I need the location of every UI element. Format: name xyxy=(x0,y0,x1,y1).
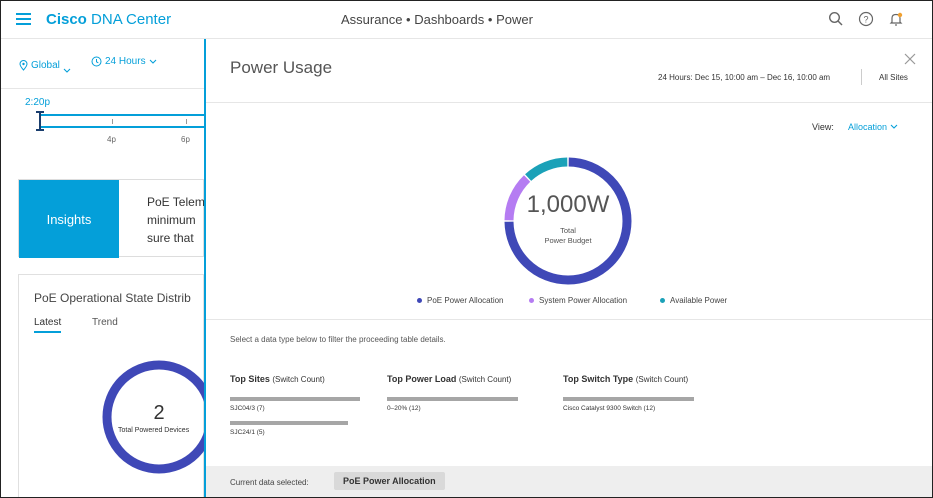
close-icon[interactable] xyxy=(904,52,916,65)
top-power-load-bar[interactable] xyxy=(387,397,518,401)
hamburger-menu-icon[interactable] xyxy=(16,13,31,25)
top-sites-bar[interactable] xyxy=(230,397,360,401)
time-range-filter[interactable]: 24 Hours xyxy=(91,56,157,67)
chevron-down-icon xyxy=(63,68,71,73)
total-powered-devices-value: 2 xyxy=(153,402,165,424)
chevron-down-icon xyxy=(890,124,897,129)
timeline[interactable]: 2:20p 4p 6p xyxy=(1,89,204,161)
top-switch-type-header[interactable]: Top Switch Type (Switch Count) xyxy=(563,374,688,384)
top-sites-item-label[interactable]: SJC24/1 (5) xyxy=(230,429,265,436)
timeline-tick xyxy=(112,119,113,124)
donut-segment-available-power[interactable] xyxy=(525,157,568,181)
top-power-load-header[interactable]: Top Power Load (Switch Count) xyxy=(387,374,511,384)
top-switch-type-bar[interactable] xyxy=(563,397,694,401)
svg-text:?: ? xyxy=(863,15,868,25)
current-selection-label: Current data selected: xyxy=(230,478,309,487)
legend-swatch xyxy=(417,298,422,303)
help-icon[interactable]: ? xyxy=(858,11,874,27)
tab-trend[interactable]: Trend xyxy=(92,317,118,328)
tab-latest[interactable]: Latest xyxy=(34,317,62,333)
location-filter-label: Global xyxy=(31,59,60,71)
legend-item-available[interactable]: Available Power xyxy=(660,296,727,305)
legend-swatch xyxy=(529,298,534,303)
legend-swatch xyxy=(660,298,665,303)
chevron-down-icon xyxy=(149,59,156,64)
view-label: View: xyxy=(812,122,834,132)
top-power-load-item-label[interactable]: 0–20% (12) xyxy=(387,405,421,412)
filter-bar: Global 24 Hours xyxy=(1,39,204,89)
timeline-current-time: 2:20p xyxy=(25,97,51,108)
top-switch-type-item-label[interactable]: Cisco Catalyst 9300 Switch (12) xyxy=(563,405,655,412)
timeline-tick-label: 4p xyxy=(107,135,116,144)
top-sites-item-label[interactable]: SJC04/3 (7) xyxy=(230,405,265,412)
location-pin-icon xyxy=(19,59,28,71)
divider xyxy=(206,319,932,320)
top-bar: Cisco DNA Center Assurance • Dashboards … xyxy=(1,1,932,39)
top-sites-bar[interactable] xyxy=(230,421,348,425)
timeline-tick xyxy=(186,119,187,124)
notification-bell-icon[interactable] xyxy=(888,11,904,27)
legend-item-poe[interactable]: PoE Power Allocation xyxy=(417,296,504,305)
brand-logo[interactable]: Cisco DNA Center xyxy=(46,11,171,28)
drawer-title: Power Usage xyxy=(230,58,333,77)
sites-filter[interactable]: All Sites xyxy=(879,73,908,82)
timeline-track[interactable] xyxy=(39,114,204,128)
time-range-label: 24 Hours xyxy=(105,56,146,67)
top-sites-header[interactable]: Top Sites (Switch Count) xyxy=(230,374,325,384)
legend-item-system[interactable]: System Power Allocation xyxy=(529,296,627,305)
total-power-budget-label: Total Power Budget xyxy=(544,226,592,245)
timeline-handle[interactable] xyxy=(34,111,46,131)
view-dropdown[interactable]: Allocation xyxy=(848,122,898,132)
divider xyxy=(206,102,932,103)
view-dropdown-value: Allocation xyxy=(848,122,888,132)
insights-text: PoE Telem minimum sure that xyxy=(147,195,205,245)
card-title: PoE Operational State Distrib xyxy=(34,291,191,305)
breadcrumb: Assurance • Dashboards • Power xyxy=(341,12,533,27)
power-usage-drawer: Power Usage 24 Hours: Dec 15, 10:00 am –… xyxy=(204,39,932,497)
clock-icon xyxy=(91,56,102,67)
total-powered-devices-label: Total Powered Devices xyxy=(118,427,190,434)
insights-banner: Insights PoE Telem minimum sure that xyxy=(18,179,205,258)
location-filter[interactable]: Global xyxy=(19,56,71,74)
app-window: Cisco DNA Center Assurance • Dashboards … xyxy=(0,0,933,498)
selected-data-chip[interactable]: PoE Power Allocation xyxy=(334,472,445,490)
insights-button[interactable]: Insights xyxy=(19,180,119,258)
dashboard-background: Global 24 Hours 2:20p 4p 6p Insights PoE… xyxy=(1,39,216,497)
selection-footer: Current data selected: PoE Power Allocat… xyxy=(206,466,932,497)
power-budget-donut[interactable] xyxy=(496,149,640,293)
poe-operational-state-card: PoE Operational State Distrib Latest Tre… xyxy=(18,274,216,497)
timeline-tick-label: 6p xyxy=(181,135,190,144)
total-power-budget-value: 1,000W xyxy=(526,191,610,218)
divider xyxy=(861,69,862,85)
time-range-text: 24 Hours: Dec 15, 10:00 am – Dec 16, 10:… xyxy=(658,73,831,82)
search-icon[interactable] xyxy=(828,11,844,27)
instructions-text: Select a data type below to filter the p… xyxy=(230,335,446,344)
